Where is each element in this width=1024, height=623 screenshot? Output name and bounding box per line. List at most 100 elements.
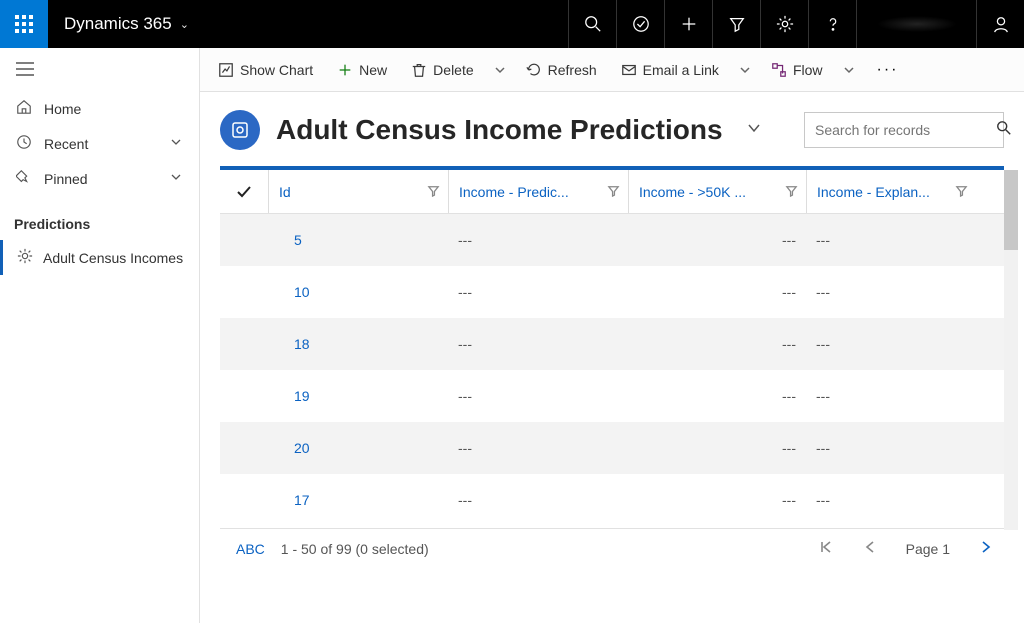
cell-prediction: --- — [448, 266, 628, 318]
show-chart-button[interactable]: Show Chart — [208, 56, 323, 84]
cell-gt50k: --- — [628, 422, 806, 474]
cell-explanation: --- — [806, 266, 976, 318]
alpha-jump-button[interactable]: ABC — [220, 541, 281, 557]
row-select[interactable] — [220, 370, 268, 422]
filter-icon[interactable] — [427, 184, 440, 200]
cell-gt50k: --- — [628, 214, 806, 266]
profile-button[interactable] — [976, 0, 1024, 48]
cell-gt50k: --- — [628, 318, 806, 370]
pin-icon — [16, 169, 32, 188]
row-select[interactable] — [220, 318, 268, 370]
app-launcher-button[interactable] — [0, 0, 48, 48]
cell-prediction: --- — [448, 318, 628, 370]
select-all-checkbox[interactable] — [220, 170, 268, 213]
flow-button[interactable]: Flow — [761, 56, 833, 84]
view-selector-button[interactable] — [739, 113, 769, 148]
flow-label: Flow — [793, 62, 823, 78]
nav-home[interactable]: Home — [0, 91, 199, 126]
help-button[interactable] — [808, 0, 856, 48]
settings-button[interactable] — [760, 0, 808, 48]
first-page-button[interactable] — [818, 539, 834, 558]
brand-switch[interactable]: Dynamics 365 ⌄ — [48, 14, 205, 34]
search-icon[interactable] — [996, 120, 1012, 141]
email-split-button[interactable] — [733, 64, 757, 76]
cell-gt50k: --- — [628, 474, 806, 526]
command-bar: Show Chart New Delete Refresh Email a Li… — [200, 48, 1024, 92]
row-select[interactable] — [220, 266, 268, 318]
chevron-down-icon[interactable] — [169, 135, 183, 152]
left-nav: Home Recent Pinned Predictions Adult Cen… — [0, 48, 200, 623]
grid-scrollbar[interactable] — [1004, 170, 1018, 530]
table-row[interactable]: 19--------- — [220, 370, 1004, 422]
username-area — [856, 0, 976, 48]
nav-pinned[interactable]: Pinned — [0, 161, 199, 196]
new-button[interactable]: New — [327, 56, 397, 84]
task-button[interactable] — [616, 0, 664, 48]
table-row[interactable]: 5--------- — [220, 214, 1004, 266]
column-header-prediction[interactable]: Income - Predic... — [448, 170, 628, 213]
prev-page-button[interactable] — [862, 539, 878, 558]
cell-id[interactable]: 17 — [268, 474, 448, 526]
flow-split-button[interactable] — [837, 64, 861, 76]
home-icon — [16, 99, 32, 118]
more-commands-button[interactable]: ··· — [869, 57, 907, 83]
entity-badge-icon — [220, 110, 260, 150]
delete-split-button[interactable] — [488, 64, 512, 76]
nav-pinned-label: Pinned — [44, 171, 157, 187]
filter-icon[interactable] — [785, 184, 798, 200]
email-link-button[interactable]: Email a Link — [611, 56, 729, 84]
delete-button[interactable]: Delete — [401, 56, 483, 84]
cell-id[interactable]: 5 — [268, 214, 448, 266]
table-row[interactable]: 17--------- — [220, 474, 1004, 526]
refresh-label: Refresh — [548, 62, 597, 78]
grid-status-text: 1 - 50 of 99 (0 selected) — [281, 541, 429, 557]
cell-id[interactable]: 18 — [268, 318, 448, 370]
cell-explanation: --- — [806, 474, 976, 526]
nav-entity-label: Adult Census Incomes — [43, 250, 183, 266]
delete-label: Delete — [433, 62, 473, 78]
search-button[interactable] — [568, 0, 616, 48]
show-chart-label: Show Chart — [240, 62, 313, 78]
refresh-button[interactable]: Refresh — [516, 56, 607, 84]
cell-prediction: --- — [448, 474, 628, 526]
cell-gt50k: --- — [628, 266, 806, 318]
row-select[interactable] — [220, 214, 268, 266]
nav-collapse-button[interactable] — [0, 56, 199, 91]
column-header-id[interactable]: Id — [268, 170, 448, 213]
row-select[interactable] — [220, 474, 268, 526]
nav-recent[interactable]: Recent — [0, 126, 199, 161]
filter-icon[interactable] — [955, 184, 968, 200]
cell-prediction: --- — [448, 370, 628, 422]
email-link-label: Email a Link — [643, 62, 719, 78]
table-row[interactable]: 18--------- — [220, 318, 1004, 370]
cell-explanation: --- — [806, 422, 976, 474]
cell-gt50k: --- — [628, 370, 806, 422]
next-page-button[interactable] — [978, 539, 994, 558]
table-row[interactable]: 10--------- — [220, 266, 1004, 318]
row-select[interactable] — [220, 422, 268, 474]
cell-prediction: --- — [448, 214, 628, 266]
add-button[interactable] — [664, 0, 712, 48]
records-search-input[interactable] — [815, 122, 996, 138]
chevron-down-icon[interactable] — [169, 170, 183, 187]
column-header-gt50k[interactable]: Income - >50K ... — [628, 170, 806, 213]
cell-prediction: --- — [448, 422, 628, 474]
cell-id[interactable]: 10 — [268, 266, 448, 318]
filter-icon[interactable] — [607, 184, 620, 200]
cell-id[interactable]: 20 — [268, 422, 448, 474]
records-search-box[interactable] — [804, 112, 1004, 148]
cell-id[interactable]: 19 — [268, 370, 448, 422]
cell-explanation: --- — [806, 214, 976, 266]
nav-home-label: Home — [44, 101, 183, 117]
nav-entity-adult-census[interactable]: Adult Census Incomes — [0, 240, 199, 275]
page-label: Page 1 — [906, 541, 950, 557]
clock-icon — [16, 134, 32, 153]
table-row[interactable]: 20--------- — [220, 422, 1004, 474]
filter-button[interactable] — [712, 0, 760, 48]
cell-explanation: --- — [806, 370, 976, 422]
nav-section-predictions: Predictions — [0, 196, 199, 240]
column-header-explanation[interactable]: Income - Explan... — [806, 170, 976, 213]
cell-explanation: --- — [806, 318, 976, 370]
chevron-down-icon: ⌄ — [180, 18, 189, 31]
new-label: New — [359, 62, 387, 78]
